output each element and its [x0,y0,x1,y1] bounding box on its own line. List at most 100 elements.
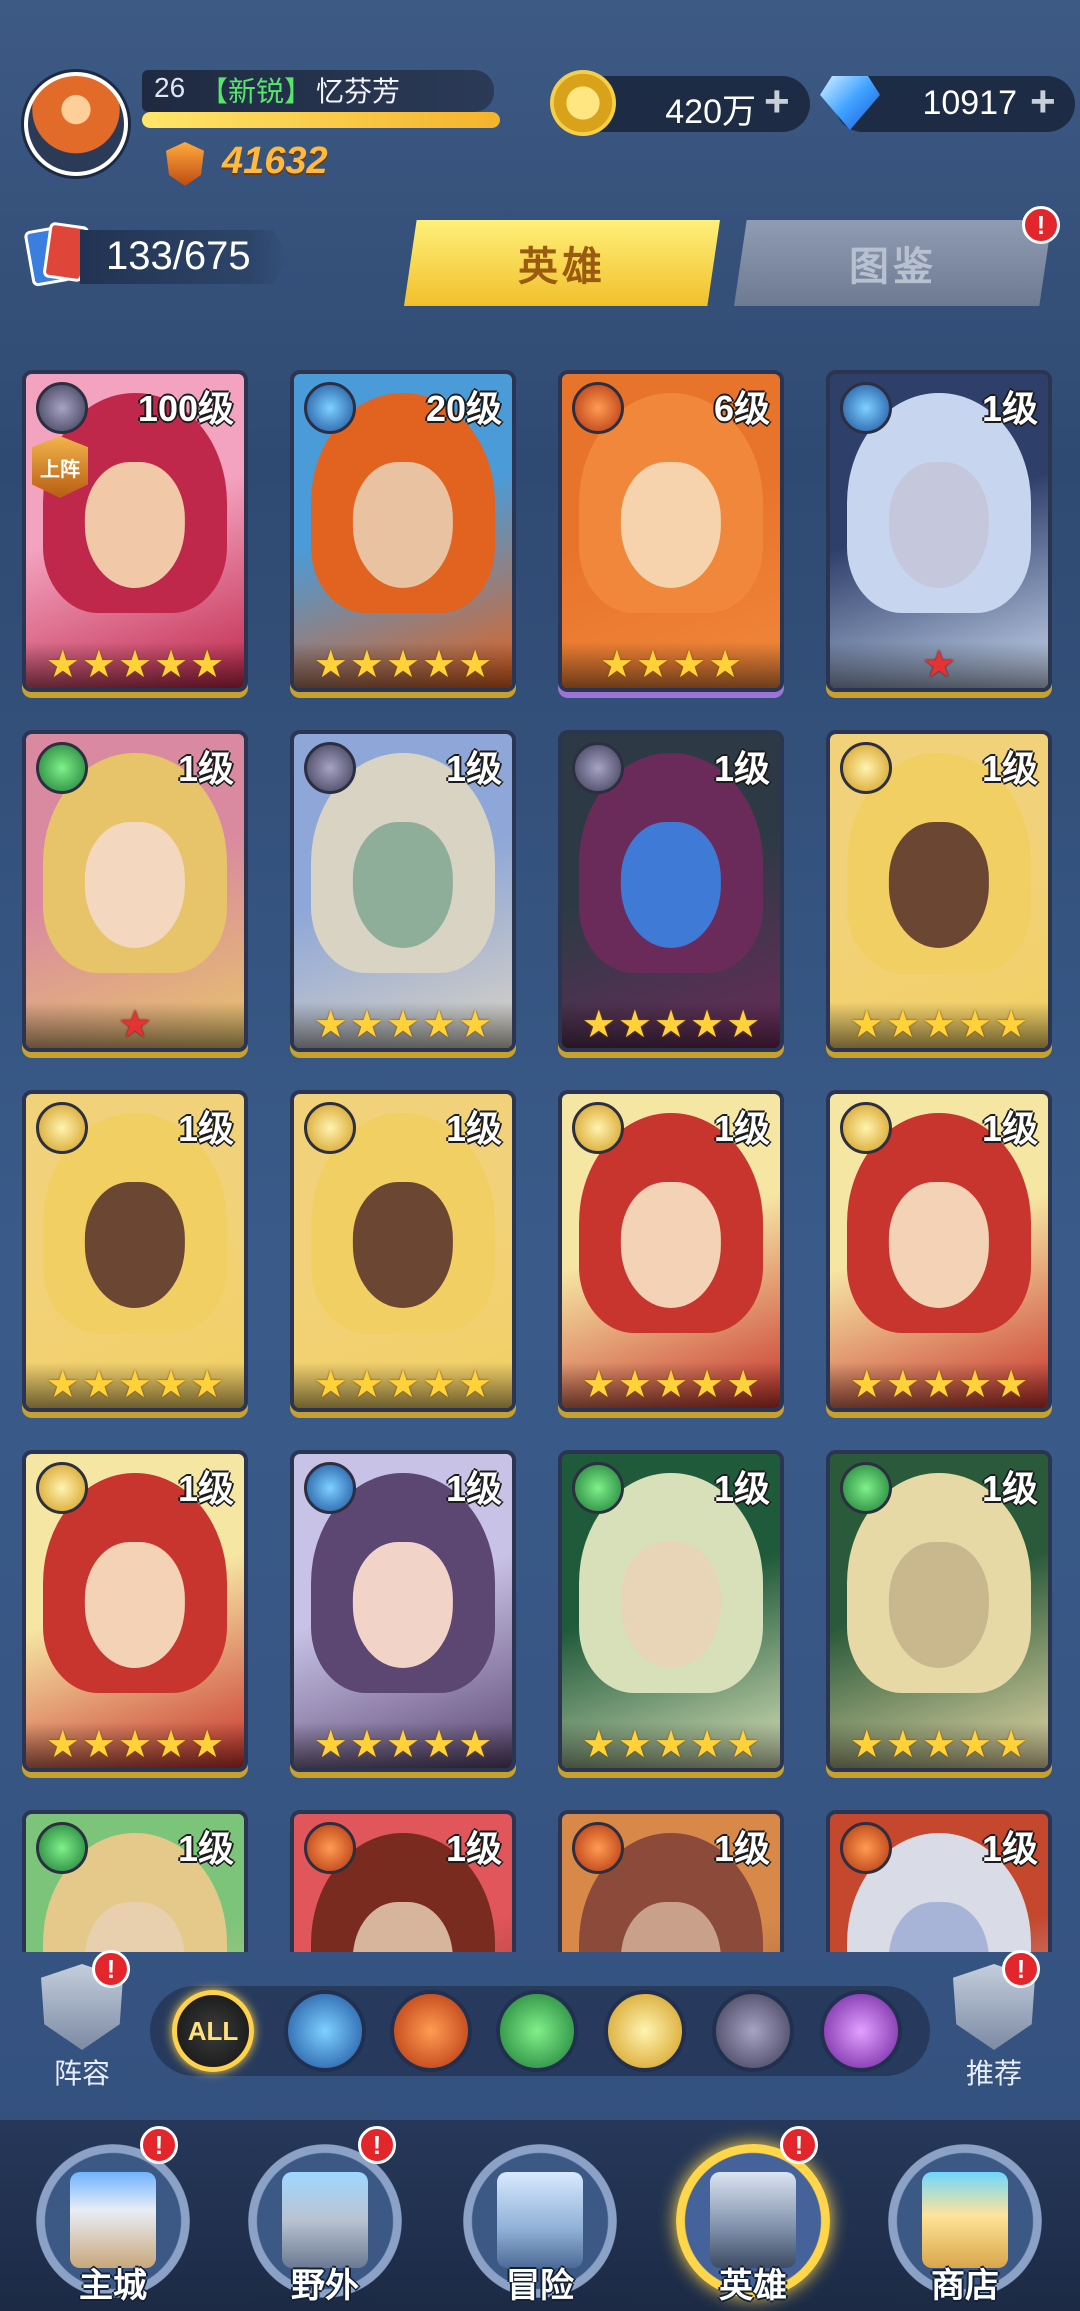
nature-faction-icon [572,1462,624,1514]
nav-adventure[interactable]: 冒险 [455,2132,625,2307]
light-faction-icon [572,1102,624,1154]
hero-card[interactable]: 1级 ★ [22,730,248,1052]
star-icon: ★ [385,1724,421,1766]
tab-codex[interactable]: 图鉴 [734,220,1052,306]
hero-card[interactable]: 1级 [558,1810,784,1952]
star-icon: ★ [921,1724,957,1766]
star-icon: ★ [958,1364,993,1406]
hero-card[interactable]: 6级 ★ ★ ★ ★ [558,370,784,692]
nav-main-city[interactable]: 主城 ! [28,2126,198,2307]
nav-wilds[interactable]: 野外 ! [240,2126,410,2307]
player-avatar[interactable] [24,72,128,176]
hero-face [888,1541,990,1668]
star-icon: ★ [458,644,493,686]
recommend-button[interactable]: 推荐 [934,1964,1054,2092]
star-icon: ★ [581,1004,616,1046]
star-icon: ★ [849,1004,884,1046]
hero-card[interactable]: 100级 上阵 ★ ★ ★ ★ ★ [22,370,248,692]
hero-face [352,1541,454,1668]
star-icon: ★ [958,1724,993,1766]
star-icon: ★ [726,1004,761,1046]
star-icon: ★ [599,644,634,686]
tab-heroes[interactable]: 英雄 [404,220,720,306]
hero-card[interactable]: 1级 [290,1810,516,1952]
hero-card[interactable]: 20级 ★ ★ ★ ★ ★ [290,370,516,692]
shop-stall-icon [922,2172,1008,2268]
light-faction-icon [36,1462,88,1514]
hero-star-rating: ★ ★ ★ ★ ★ [830,1002,1048,1048]
hero-star-rating: ★ ★ ★ ★ ★ [294,1722,512,1768]
star-icon: ★ [349,644,384,686]
filter-dark-button[interactable] [712,1990,794,2072]
star-icon: ★ [81,1364,116,1406]
player-header: 26 【新锐】 忆芬芳 41632 420万 + 10917 + [0,0,1080,200]
hero-star-rating: ★ ★ ★ ★ ★ [26,1722,244,1768]
star-icon: ★ [117,644,153,686]
star-icon: ★ [117,1724,153,1766]
lineup-button[interactable]: 阵容 [22,1964,142,2092]
filter-all-button[interactable]: ALL [172,1990,254,2072]
hero-level: 1级 [445,1108,502,1149]
hero-star-rating: ★ [830,642,1048,688]
hero-level: 6级 [713,388,770,429]
dark-faction-icon [36,382,88,434]
filter-nature-button[interactable] [496,1990,578,2072]
hero-card[interactable]: 1级 ★ ★ ★ ★ ★ [290,1450,516,1772]
add-gems-button[interactable]: + [1030,80,1056,124]
star-icon: ★ [708,644,743,686]
star-icon: ★ [617,1364,652,1406]
hero-card[interactable]: 1级 ★ ★ ★ ★ ★ [558,1090,784,1412]
nav-heroes[interactable]: 英雄 ! [668,2126,838,2307]
player-level: 26 [154,72,186,103]
hero-card[interactable]: 1级 ★ ★ ★ ★ ★ [558,730,784,1052]
nav-main-city-badge: ! [140,2126,178,2164]
hero-card[interactable]: 1级 ★ ★ ★ ★ ★ [290,730,516,1052]
hero-card[interactable]: 1级 [826,1810,1052,1952]
hero-card[interactable]: 1级 ★ ★ ★ ★ ★ [826,730,1052,1052]
star-icon: ★ [653,1724,689,1766]
gem-amount: 10917 [922,84,1017,122]
star-icon: ★ [117,1364,153,1406]
star-icon: ★ [617,1724,652,1766]
filter-fire-button[interactable] [390,1990,472,2072]
filter-light-button[interactable] [604,1990,686,2072]
star-icon: ★ [726,1364,761,1406]
fire-faction-icon [572,1822,624,1874]
hero-card[interactable]: 1级 ★ ★ ★ ★ ★ [22,1450,248,1772]
hero-level: 1级 [713,1828,770,1869]
hero-level: 1级 [177,1828,234,1869]
hero-level: 20级 [425,388,502,429]
star-icon: ★ [422,1724,457,1766]
hero-card[interactable]: 1级 ★ ★ ★ ★ ★ [826,1090,1052,1412]
nav-label-main-city: 主城 [79,2267,147,2305]
star-icon: ★ [154,644,189,686]
hero-card[interactable]: 1级 ★ [826,370,1052,692]
star-icon: ★ [349,1724,384,1766]
hero-face [888,821,990,948]
nav-heroes-badge: ! [780,2126,818,2164]
nav-shop[interactable]: 商店 [880,2132,1050,2307]
star-icon: ★ [422,644,457,686]
hero-card[interactable]: 1级 ★ ★ ★ ★ ★ [22,1090,248,1412]
star-icon: ★ [994,1364,1029,1406]
hero-card[interactable]: 1级 ★ ★ ★ ★ ★ [826,1450,1052,1772]
star-icon: ★ [581,1724,616,1766]
nav-wilds-badge: ! [358,2126,396,2164]
star-icon: ★ [849,1724,884,1766]
filter-water-button[interactable] [284,1990,366,2072]
add-gold-button[interactable]: + [764,80,790,124]
filter-arcane-button[interactable] [820,1990,902,2072]
hero-card[interactable]: 1级 ★ ★ ★ ★ ★ [290,1090,516,1412]
hero-card[interactable]: 1级 [22,1810,248,1952]
recommend-label: 推荐 [965,2058,1022,2089]
nav-label-heroes: 英雄 [719,2267,787,2305]
star-icon: ★ [921,1004,957,1046]
hero-face [84,821,186,948]
gold-coin-icon [550,70,616,136]
player-name: 忆芬芳 [316,76,401,107]
hero-level: 1级 [981,1468,1038,1509]
star-icon: ★ [958,1004,993,1046]
star-icon: ★ [349,1364,384,1406]
hero-card[interactable]: 1级 ★ ★ ★ ★ ★ [558,1450,784,1772]
hero-level: 1级 [713,748,770,789]
